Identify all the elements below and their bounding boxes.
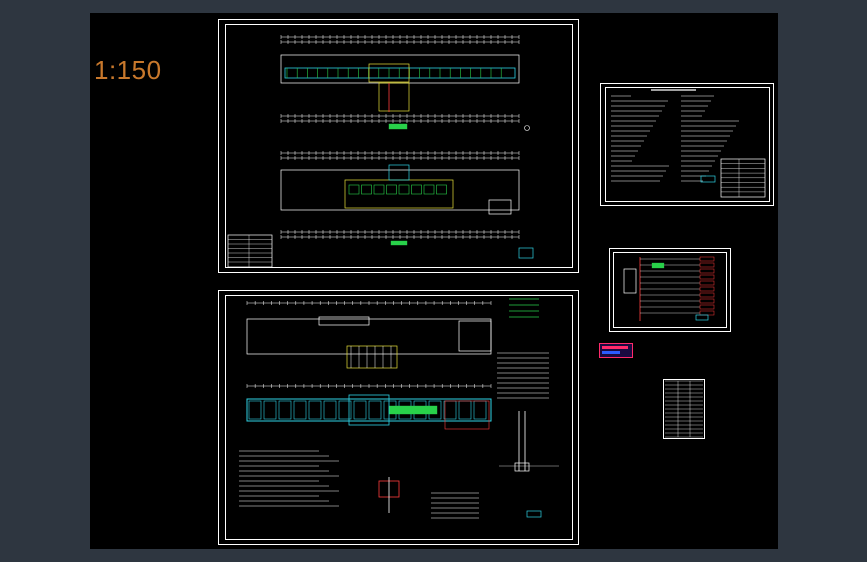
scale-label: 1:150 xyxy=(94,55,162,85)
foundation-drawing xyxy=(239,298,559,519)
foundation-sheet[interactable] xyxy=(218,290,579,545)
material-table-sheet[interactable] xyxy=(663,379,705,439)
floor-plan-drawing xyxy=(227,35,534,268)
floor-plans-sheet[interactable] xyxy=(218,19,579,273)
system-diagram-drawing xyxy=(623,256,715,321)
design-notes-sheet[interactable] xyxy=(600,83,774,206)
system-diagram-sheet[interactable] xyxy=(609,248,731,332)
legend-block[interactable] xyxy=(599,343,633,358)
design-notes-text-block xyxy=(611,89,766,198)
material-table xyxy=(665,380,703,438)
